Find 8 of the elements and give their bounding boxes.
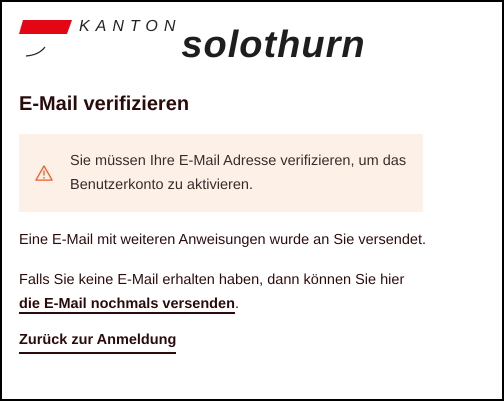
resend-email-link[interactable]: die E-Mail nochmals versenden bbox=[19, 296, 235, 314]
paragraph: Eine E-Mail mit weiteren Anweisungen wurde an Sie versendet. bbox=[19, 231, 428, 250]
page-title: E-Mail verifizieren bbox=[19, 92, 190, 116]
alert-message: Sie müssen Ihre E-Mail Adresse verifizieren, um das Benutzerkonto zu aktivieren. bbox=[70, 152, 407, 195]
logo-name: solothurn bbox=[181, 26, 366, 64]
logo-prefix: KANTON bbox=[79, 19, 182, 35]
back-to-login-link[interactable]: Zurück zur Anmeldung bbox=[19, 330, 176, 354]
paragraph: Falls Sie keine E-Mail erhalten haben, dann können Sie hier die E-Mail nochmals versenden. bbox=[19, 271, 406, 316]
